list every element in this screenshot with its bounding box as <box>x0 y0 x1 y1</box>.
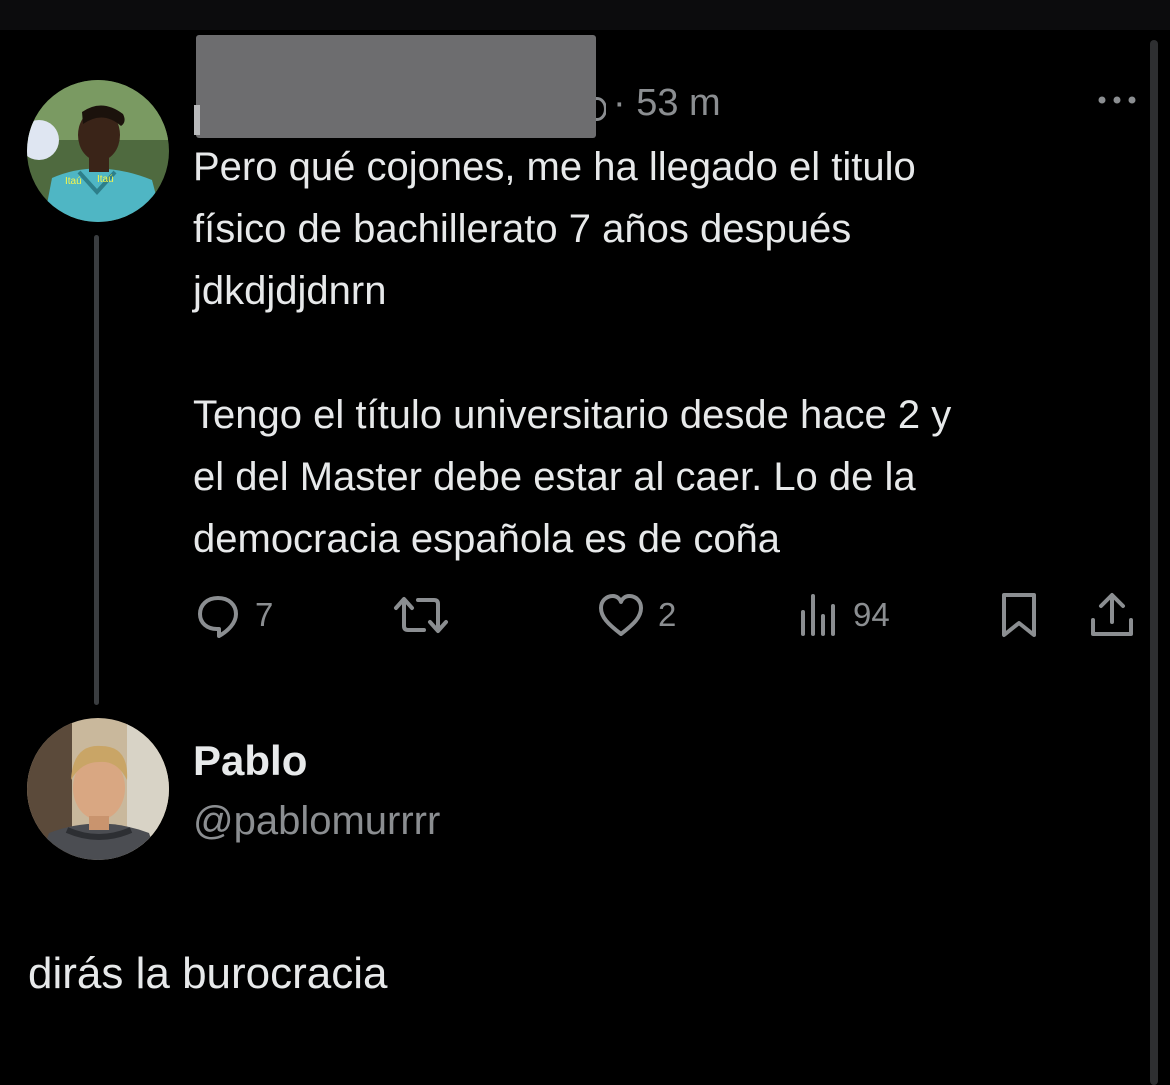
share-icon <box>1091 593 1133 636</box>
reply-author-name[interactable]: Pablo <box>193 736 307 786</box>
reply-icon <box>198 596 238 638</box>
views-count: 94 <box>853 596 890 633</box>
top-bar <box>0 0 1170 30</box>
reply-avatar[interactable] <box>27 718 169 860</box>
views-button[interactable]: 94 <box>797 590 890 640</box>
reply-text: dirás la burocracia <box>28 949 388 998</box>
tweet-text: Pero qué cojones, me ha llegado el titul… <box>193 145 952 561</box>
bookmark-button[interactable] <box>997 590 1041 640</box>
redacted-name <box>196 35 596 138</box>
redacted-edge <box>194 105 200 135</box>
jersey-text: Itaú <box>65 176 82 187</box>
like-icon <box>599 594 643 636</box>
bookmark-icon <box>1002 593 1036 637</box>
like-count: 2 <box>658 596 677 633</box>
more-icon[interactable] <box>1094 85 1140 115</box>
jersey-text-2: Itaú <box>97 174 114 185</box>
reply-count: 7 <box>255 596 274 633</box>
redacted-tail <box>596 93 606 123</box>
repost-button[interactable] <box>392 590 462 640</box>
reply-author-handle[interactable]: @pablomurrrr <box>193 796 440 846</box>
views-icon <box>801 594 835 636</box>
scrollbar[interactable] <box>1150 40 1158 1085</box>
thread-line <box>94 235 99 705</box>
avatar[interactable]: Itaú Itaú <box>27 80 169 222</box>
reply-button[interactable]: 7 <box>193 590 273 640</box>
like-button[interactable]: 2 <box>596 590 676 640</box>
share-button[interactable] <box>1087 590 1137 640</box>
tweet-timestamp[interactable]: · 53 m <box>613 80 721 126</box>
repost-icon <box>394 597 448 633</box>
